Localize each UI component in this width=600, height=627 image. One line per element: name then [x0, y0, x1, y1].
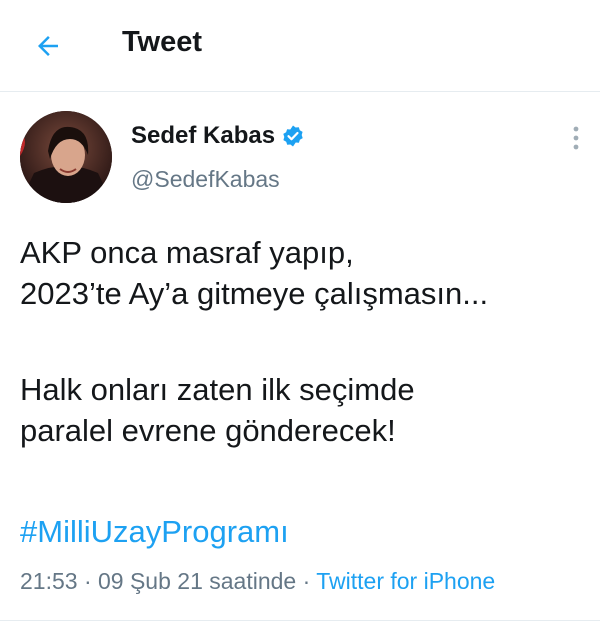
source-link[interactable]: Twitter for iPhone [316, 568, 495, 594]
divider [0, 620, 600, 621]
back-button[interactable] [30, 28, 66, 64]
tweet-line: AKP onca masraf yapıp, [20, 235, 354, 270]
tweet-meta: 21:53 · 09 Şub 21 saatinde · Twitter for… [20, 568, 495, 595]
more-vertical-icon [573, 126, 579, 150]
page-title: Tweet [122, 26, 203, 58]
avatar[interactable] [20, 111, 112, 203]
timestamp: 21:53 · 09 Şub 21 saatinde · [20, 568, 317, 594]
tweet-line: 2023’te Ay’a gitmeye çalışmasın... [20, 276, 489, 311]
author-name[interactable]: Sedef Kabas [131, 122, 275, 150]
arrow-left-icon [38, 36, 58, 56]
verified-badge-icon [281, 124, 305, 148]
top-bar: Tweet [0, 0, 600, 92]
tweet-text: AKP onca masraf yapıp, 2023’te Ay’a gitm… [20, 232, 590, 451]
more-options-button[interactable] [565, 124, 587, 152]
profile-photo [20, 111, 112, 203]
hashtag-link[interactable]: #MilliUzayProgramı [20, 514, 289, 550]
author-handle[interactable]: @SedefKabas [131, 166, 280, 193]
tweet-line: Halk onları zaten ilk seçimde [20, 372, 415, 407]
tweet-line: paralel evrene gönderecek! [20, 413, 396, 448]
author-row: Sedef Kabas [131, 122, 305, 150]
